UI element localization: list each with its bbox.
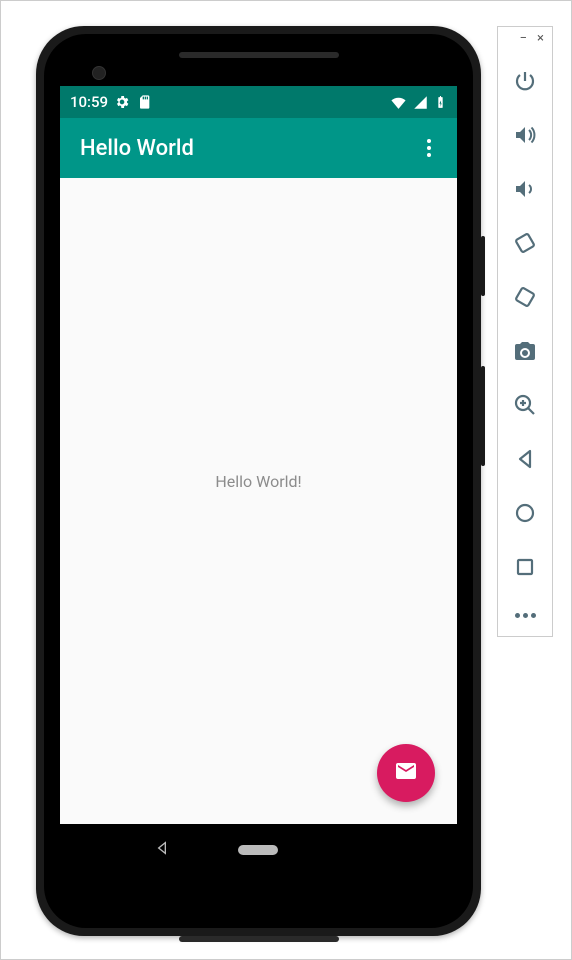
rotate-right-button[interactable] <box>505 279 545 319</box>
power-button[interactable] <box>505 63 545 103</box>
status-time: 10:59 <box>70 93 108 111</box>
emulator-window-controls: − × <box>498 27 552 49</box>
power-icon <box>513 69 537 97</box>
fab-mail-button[interactable] <box>377 744 435 802</box>
phone-body: 10:59 <box>44 34 473 928</box>
rotate-left-icon <box>513 231 537 259</box>
screen: 10:59 <box>60 86 457 876</box>
volume-up-button[interactable] <box>505 117 545 157</box>
phone-speaker-bottom <box>179 936 339 942</box>
emu-back-button[interactable] <box>505 441 545 481</box>
camera-icon <box>513 339 537 367</box>
signal-icon <box>413 95 428 110</box>
phone-camera <box>92 66 106 80</box>
emulator-toolbar: − × <box>497 26 553 637</box>
mail-icon <box>394 759 418 787</box>
phone-side-button <box>481 366 485 466</box>
phone-side-button <box>481 236 485 296</box>
zoom-button[interactable] <box>505 387 545 427</box>
volume-down-button[interactable] <box>505 171 545 211</box>
rotate-right-icon <box>513 285 537 313</box>
phone-speaker <box>179 52 339 58</box>
battery-charging-icon <box>434 94 447 111</box>
screenshot-button[interactable] <box>505 333 545 373</box>
phone-frame: 10:59 <box>36 26 481 936</box>
volume-up-icon <box>513 123 537 151</box>
gear-icon <box>114 94 130 110</box>
minimize-button[interactable]: − <box>520 31 527 46</box>
volume-down-icon <box>513 177 537 205</box>
nav-home-button[interactable] <box>238 845 278 855</box>
nav-back-button[interactable] <box>154 840 170 860</box>
emu-overview-button[interactable] <box>505 549 545 589</box>
emu-more-button[interactable] <box>507 605 544 626</box>
nav-home-icon <box>513 501 537 529</box>
sd-card-icon <box>136 94 152 110</box>
rotate-left-button[interactable] <box>505 225 545 265</box>
status-bar: 10:59 <box>60 86 457 118</box>
content-area: Hello World! <box>60 178 457 824</box>
close-button[interactable]: × <box>537 31 544 46</box>
wifi-icon <box>390 94 407 111</box>
zoom-in-icon <box>513 393 537 421</box>
app-title: Hello World <box>80 136 194 161</box>
app-bar: Hello World <box>60 118 457 178</box>
nav-overview-icon <box>513 555 537 583</box>
hello-world-text: Hello World! <box>215 472 301 491</box>
nav-back-icon <box>513 447 537 475</box>
emu-home-button[interactable] <box>505 495 545 535</box>
system-nav-bar <box>60 824 457 876</box>
overflow-menu-button[interactable] <box>421 133 437 163</box>
